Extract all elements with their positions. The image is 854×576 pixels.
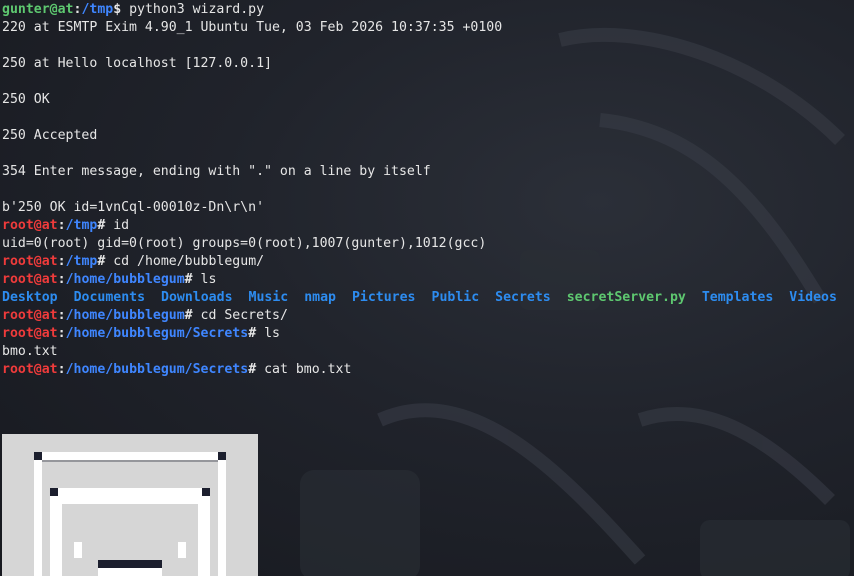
- prompt-host: at: [57, 2, 74, 17]
- prompt-at: @: [33, 272, 42, 287]
- output-line: 354 Enter message, ending with "." on a …: [2, 164, 431, 179]
- command-text: id: [113, 218, 130, 233]
- prompt-symbol: #: [97, 218, 114, 233]
- ls-entry-executable: secretServer.py: [566, 290, 686, 305]
- prompt-host: at: [41, 254, 58, 269]
- prompt-at: @: [33, 308, 42, 323]
- command-text: ls: [264, 326, 280, 341]
- ls-output-row: bmo.txt: [2, 343, 854, 361]
- prompt-symbol: #: [97, 254, 114, 269]
- ls-entry-directory: Templates: [701, 290, 774, 305]
- prompt-symbol: #: [184, 308, 201, 323]
- prompt-line: root@at:/home/bubblegum# cd Secrets/: [2, 307, 854, 325]
- prompt-user: gunter: [2, 2, 50, 17]
- ls-entry-file: bmo.txt: [2, 344, 58, 359]
- output-line: b'250 OK id=1vnCql-00010z-Dn\r\n': [2, 200, 265, 215]
- output-line: 220 at ESMTP Exim 4.90_1 Ubuntu Tue, 03 …: [2, 20, 503, 35]
- prompt-symbol: #: [184, 272, 201, 287]
- prompt-at: @: [49, 2, 58, 17]
- prompt-at: @: [33, 254, 42, 269]
- prompt-symbol: $: [113, 2, 130, 17]
- prompt-user: root: [2, 362, 34, 377]
- output-line: 250 Accepted: [2, 128, 98, 143]
- prompt-colon: :: [57, 326, 66, 341]
- prompt-line: gunter@at:/tmp$ python3 wizard.py: [2, 1, 854, 19]
- prompt-line: root@at:/tmp# cd /home/bubblegum/: [2, 253, 854, 271]
- prompt-at: @: [33, 326, 42, 341]
- prompt-path: /home/bubblegum/Secrets: [65, 362, 249, 377]
- output-line: uid=0(root) gid=0(root) groups=0(root),1…: [2, 236, 487, 251]
- prompt-path: /home/bubblegum: [65, 272, 185, 287]
- prompt-host: at: [41, 326, 58, 341]
- terminal-window[interactable]: gunter@at:/tmp$ python3 wizard.py 220 at…: [0, 0, 854, 576]
- ls-entry-directory: nmap: [304, 290, 336, 305]
- prompt-colon: :: [57, 308, 66, 323]
- ls-entry-directory: Documents: [73, 290, 146, 305]
- prompt-colon: :: [57, 254, 66, 269]
- prompt-line: root@at:/home/bubblegum/Secrets# cat bmo…: [2, 361, 854, 379]
- prompt-line: root@at:/tmp# id: [2, 217, 854, 235]
- ls-entry-directory: Desktop: [2, 290, 58, 305]
- prompt-path: /tmp: [65, 254, 98, 269]
- ls-entry-directory: Public: [431, 290, 480, 305]
- command-text: cd /home/bubblegum/: [113, 254, 265, 269]
- prompt-symbol: #: [248, 362, 265, 377]
- prompt-user: root: [2, 272, 34, 287]
- prompt-host: at: [41, 272, 58, 287]
- prompt-symbol: #: [248, 326, 265, 341]
- prompt-host: at: [41, 362, 58, 377]
- prompt-host: at: [41, 218, 58, 233]
- prompt-path: /home/bubblegum: [65, 308, 185, 323]
- prompt-colon: :: [57, 362, 66, 377]
- command-text: ls: [200, 272, 217, 287]
- terminal-output: gunter@at:/tmp$ python3 wizard.py 220 at…: [2, 1, 854, 379]
- prompt-user: root: [2, 326, 34, 341]
- prompt-user: root: [2, 308, 34, 323]
- ls-entry-directory: Videos: [789, 290, 837, 305]
- prompt-line: root@at:/home/bubblegum/Secrets# ls: [2, 325, 854, 343]
- bmo-ascii-art-image: [2, 434, 258, 576]
- prompt-host: at: [41, 308, 58, 323]
- ls-output-row: Desktop Documents Downloads Music nmap P…: [2, 289, 854, 307]
- prompt-user: root: [2, 218, 34, 233]
- output-line: 250 at Hello localhost [127.0.0.1]: [2, 56, 272, 71]
- prompt-user: root: [2, 254, 34, 269]
- command-text: python3 wizard.py: [129, 2, 265, 17]
- output-line: 250 OK: [2, 92, 50, 107]
- command-text: cd Secrets/: [200, 308, 288, 323]
- command-text: cat bmo.txt: [264, 362, 352, 377]
- ls-entry-directory: Secrets: [495, 290, 551, 305]
- prompt-at: @: [33, 362, 42, 377]
- prompt-colon: :: [57, 272, 66, 287]
- prompt-at: @: [33, 218, 42, 233]
- ls-entry-directory: Downloads: [161, 290, 233, 305]
- prompt-path: /tmp: [65, 218, 98, 233]
- prompt-colon: :: [57, 218, 66, 233]
- prompt-path: /tmp: [81, 2, 114, 17]
- ls-entry-directory: Pictures: [351, 290, 416, 305]
- prompt-path: /home/bubblegum/Secrets: [65, 326, 249, 341]
- ls-entry-directory: Music: [248, 290, 289, 305]
- prompt-line: root@at:/home/bubblegum# ls: [2, 271, 854, 289]
